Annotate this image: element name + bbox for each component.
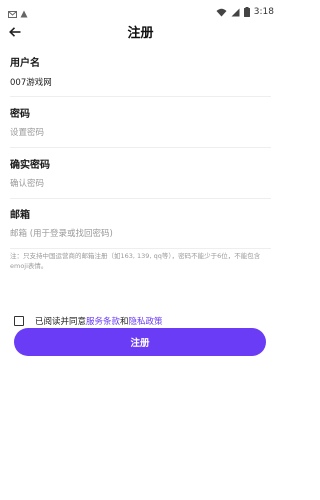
divider [10, 147, 271, 148]
username-field-group: 用户名 [10, 54, 271, 104]
agreement-prefix: 已阅读并同意 [35, 317, 87, 327]
agreement-checkbox[interactable] [14, 316, 24, 326]
agreement-row: 已阅读并同意 服务条款 和 隐私政策 [14, 313, 163, 329]
page-title: 注册 [127, 26, 154, 41]
username-label: 用户名 [10, 58, 40, 69]
divider [10, 96, 271, 97]
email-field-group: 邮箱 [10, 206, 271, 256]
register-screen: 3:18 注册 用户名 密码 确实密码 邮箱 [0, 0, 281, 500]
registration-note: 注：只支持中国运营商的邮箱注册（如163, 139, qq等），密码不能少于6位… [10, 252, 261, 270]
privacy-link[interactable]: 隐私政策 [129, 315, 163, 327]
password-label: 密码 [10, 109, 30, 120]
divider [10, 198, 271, 199]
terms-link[interactable]: 服务条款 [86, 315, 120, 327]
confirm-password-input[interactable] [10, 176, 265, 192]
email-input[interactable] [10, 226, 265, 242]
status-bar: 3:18 [0, 0, 281, 18]
divider [10, 248, 271, 249]
confirm-password-field-group: 确实密码 [10, 156, 271, 206]
username-input[interactable] [10, 74, 265, 90]
email-label: 邮箱 [10, 210, 30, 221]
password-field-group: 密码 [10, 105, 271, 155]
agreement-and: 和 [120, 317, 129, 327]
register-button[interactable]: 注册 [14, 328, 266, 356]
app-header: 注册 [0, 16, 281, 46]
password-input[interactable] [10, 125, 265, 141]
confirm-password-label: 确实密码 [10, 160, 50, 171]
